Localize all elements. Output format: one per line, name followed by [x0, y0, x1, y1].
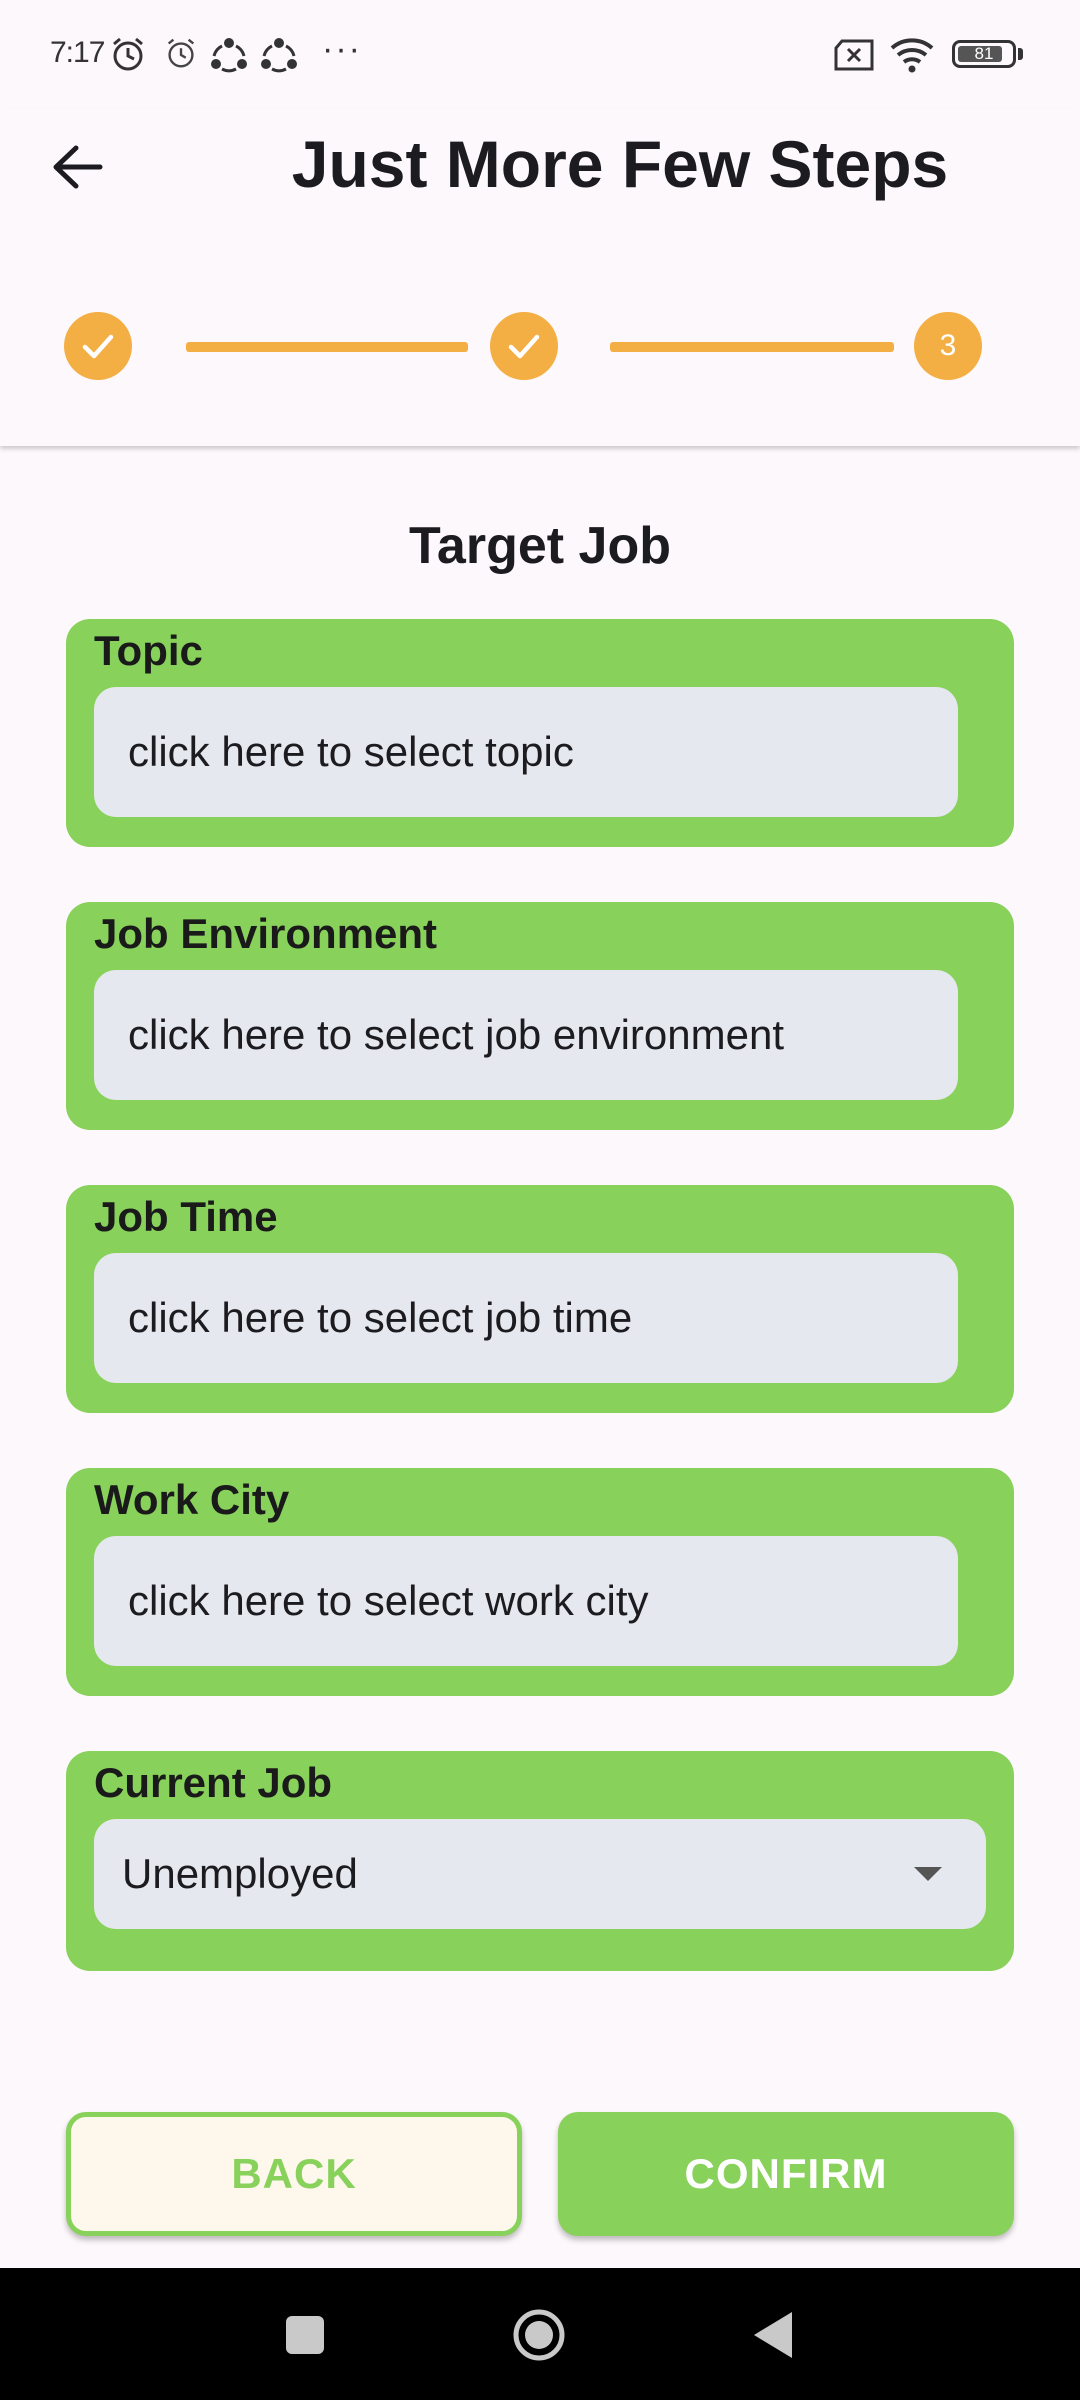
checkmark-icon — [82, 334, 114, 359]
checkmark-icon — [508, 334, 540, 359]
back-button[interactable]: BACK — [66, 2112, 522, 2236]
current-job-card: Current Job Unemployed — [66, 1751, 1014, 1971]
battery-level: 81 — [974, 44, 994, 63]
recent-apps-icon[interactable] — [286, 2316, 324, 2354]
job-time-card: Job Time click here to select job time — [66, 1185, 1014, 1413]
nav-back-icon[interactable] — [754, 2312, 792, 2358]
dropdown-arrow-icon — [914, 1867, 942, 1881]
step-3-number: 3 — [939, 329, 957, 362]
work-city-card: Work City click here to select work city — [66, 1468, 1014, 1696]
back-arrow-icon[interactable] — [50, 140, 104, 194]
step-connector-1 — [186, 342, 468, 352]
battery-icon: 81 — [952, 40, 1016, 68]
job-environment-label: Job Environment — [94, 910, 438, 957]
job-time-label: Job Time — [94, 1193, 278, 1240]
sync-app-icon-2 — [261, 38, 297, 73]
sim-off-icon — [834, 39, 874, 71]
topic-select-field[interactable]: click here to select topic — [94, 687, 958, 817]
system-nav-bar — [0, 2268, 1080, 2400]
step-connector-2 — [610, 342, 894, 352]
work-city-label: Work City — [94, 1476, 290, 1523]
page-title: Just More Few Steps — [291, 127, 949, 201]
alarm-outline-icon — [167, 38, 195, 68]
topic-label: Topic — [94, 627, 203, 674]
step-3-current: 3 — [914, 312, 982, 380]
status-bar: 7:17 ··· 81 — [0, 0, 1080, 108]
wifi-icon — [890, 38, 934, 73]
status-time: 7:17 — [50, 36, 105, 69]
work-city-select-field[interactable]: click here to select work city — [94, 1536, 958, 1666]
topic-card: Topic click here to select topic — [66, 619, 1014, 847]
current-job-dropdown[interactable]: Unemployed — [94, 1819, 986, 1929]
job-environment-select-field[interactable]: click here to select job environment — [94, 970, 958, 1100]
step-2-complete — [490, 312, 558, 380]
step-1-complete — [64, 312, 132, 380]
job-environment-card: Job Environment click here to select job… — [66, 902, 1014, 1130]
current-job-value: Unemployed — [122, 1850, 358, 1897]
section-title: Target Job — [409, 517, 671, 575]
alarm-icon — [113, 37, 143, 71]
sync-app-icon — [211, 38, 247, 73]
current-job-label: Current Job — [94, 1759, 333, 1806]
confirm-button[interactable]: CONFIRM — [558, 2112, 1014, 2236]
progress-stepper: 3 — [0, 312, 1080, 384]
job-time-select-field[interactable]: click here to select job time — [94, 1253, 958, 1383]
home-icon[interactable] — [512, 2308, 566, 2362]
more-notifications-indicator: ··· — [322, 30, 362, 68]
